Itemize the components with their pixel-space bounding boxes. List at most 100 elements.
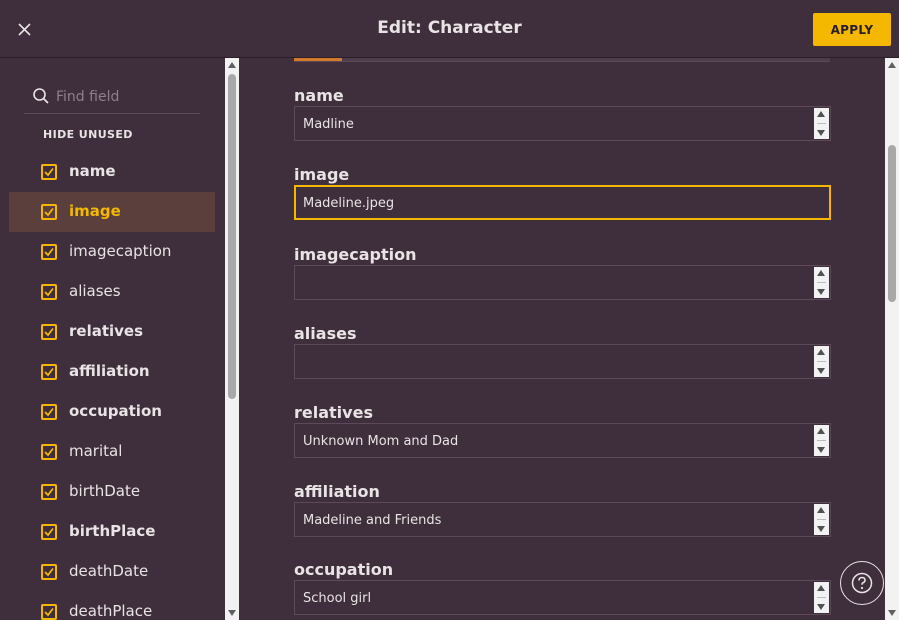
image-input[interactable] — [303, 193, 803, 213]
stepper-down-arrow[interactable] — [817, 130, 825, 136]
stepper-up-arrow[interactable] — [817, 428, 825, 434]
stepper-down-arrow[interactable] — [817, 447, 825, 453]
checkbox[interactable] — [41, 244, 57, 260]
stepper-divider — [817, 440, 826, 441]
checkbox-checked-icon — [44, 447, 54, 457]
form-panel: name image imagecaption aliases relatives aff… — [240, 58, 885, 620]
name-input[interactable] — [303, 114, 803, 134]
checkbox[interactable] — [41, 364, 57, 380]
field-input-box — [294, 106, 831, 141]
checkbox-checked-icon — [44, 247, 54, 257]
checkbox[interactable] — [41, 204, 57, 220]
checkbox[interactable] — [41, 404, 57, 420]
sidebar-item-affiliation[interactable]: affiliation — [9, 352, 215, 392]
stepper-up-arrow[interactable] — [817, 349, 825, 355]
scroll-thumb[interactable] — [228, 74, 236, 399]
search-input[interactable] — [56, 86, 196, 108]
field-input-box — [294, 423, 831, 458]
checkbox-checked-icon — [44, 567, 54, 577]
form-field-aliases: aliases — [294, 324, 831, 379]
field-label: name — [294, 86, 344, 105]
active-tab-indicator — [294, 58, 342, 61]
field-input-box — [294, 265, 831, 300]
affiliation-input[interactable] — [303, 510, 803, 530]
form-scrollbar[interactable] — [885, 58, 899, 620]
help-button[interactable] — [840, 561, 884, 605]
sidebar-item-label: deathDate — [69, 562, 149, 580]
checkbox[interactable] — [41, 564, 57, 580]
relatives-input[interactable] — [303, 431, 803, 451]
scroll-up-arrow[interactable] — [228, 62, 236, 68]
stepper-divider — [817, 519, 826, 520]
sidebar-item-relatives[interactable]: relatives — [9, 312, 215, 352]
search-icon — [33, 88, 49, 104]
sidebar-item-label: marital — [69, 442, 123, 460]
apply-button[interactable]: APPLY — [813, 13, 891, 46]
checkbox-checked-icon — [44, 527, 54, 537]
sidebar-item-label: deathPlace — [69, 602, 153, 620]
checkbox[interactable] — [41, 324, 57, 340]
sidebar-item-deathplace[interactable]: deathPlace — [9, 592, 215, 620]
form-field-image: image — [294, 165, 831, 220]
stepper-down-arrow[interactable] — [817, 289, 825, 295]
checkbox[interactable] — [41, 284, 57, 300]
field-sidebar: HIDE UNUSED name image imagecaption aliases… — [0, 58, 224, 620]
field-label: occupation — [294, 560, 394, 579]
form-field-affiliation: affiliation — [294, 482, 831, 537]
checkbox[interactable] — [41, 524, 57, 540]
field-list: name image imagecaption aliases relatives aff… — [9, 152, 215, 620]
stepper[interactable] — [814, 108, 829, 139]
checkbox[interactable] — [41, 604, 57, 620]
field-label: relatives — [294, 403, 373, 422]
sidebar-scrollbar[interactable] — [225, 58, 239, 620]
scroll-thumb[interactable] — [888, 145, 896, 302]
sidebar-item-label: birthPlace — [69, 522, 156, 540]
occupation-input[interactable] — [303, 588, 803, 608]
dialog-header: Edit: Character APPLY — [0, 0, 899, 58]
scroll-down-arrow[interactable] — [888, 610, 896, 616]
aliases-input[interactable] — [303, 352, 803, 372]
sidebar-item-birthplace[interactable]: birthPlace — [9, 512, 215, 552]
sidebar-item-label: occupation — [69, 402, 162, 420]
stepper-down-arrow[interactable] — [817, 526, 825, 532]
stepper[interactable] — [814, 346, 829, 377]
sidebar-item-birthdate[interactable]: birthDate — [9, 472, 215, 512]
scroll-up-arrow[interactable] — [888, 62, 896, 68]
checkbox-checked-icon — [44, 327, 54, 337]
stepper-divider — [817, 123, 826, 124]
form-field-occupation: occupation — [294, 560, 831, 615]
stepper[interactable] — [814, 267, 829, 298]
field-label: affiliation — [294, 482, 380, 501]
sidebar-item-marital[interactable]: marital — [9, 432, 215, 472]
stepper-down-arrow[interactable] — [817, 368, 825, 374]
sidebar-item-label: aliases — [69, 282, 121, 300]
sidebar-item-imagecaption[interactable]: imagecaption — [9, 232, 215, 272]
checkbox[interactable] — [41, 484, 57, 500]
checkbox[interactable] — [41, 164, 57, 180]
sidebar-item-deathdate[interactable]: deathDate — [9, 552, 215, 592]
stepper-up-arrow[interactable] — [817, 507, 825, 513]
field-input-box — [294, 185, 831, 220]
sidebar-item-label: birthDate — [69, 482, 141, 500]
stepper[interactable] — [814, 504, 829, 535]
sidebar-item-label: image — [69, 202, 121, 220]
hide-unused-toggle[interactable]: HIDE UNUSED — [43, 128, 133, 141]
field-label: imagecaption — [294, 245, 417, 264]
scroll-down-arrow[interactable] — [228, 610, 236, 616]
checkbox[interactable] — [41, 444, 57, 460]
sidebar-item-label: affiliation — [69, 362, 150, 380]
sidebar-item-aliases[interactable]: aliases — [9, 272, 215, 312]
stepper-down-arrow[interactable] — [817, 604, 825, 610]
stepper[interactable] — [814, 582, 829, 613]
sidebar-item-image[interactable]: image — [9, 192, 215, 232]
sidebar-item-occupation[interactable]: occupation — [9, 392, 215, 432]
sidebar-item-label: name — [69, 162, 116, 180]
imagecaption-input[interactable] — [303, 273, 803, 293]
form-field-name: name — [294, 86, 831, 141]
stepper-up-arrow[interactable] — [817, 111, 825, 117]
sidebar-item-name[interactable]: name — [9, 152, 215, 192]
checkbox-checked-icon — [44, 487, 54, 497]
stepper-up-arrow[interactable] — [817, 585, 825, 591]
stepper-up-arrow[interactable] — [817, 270, 825, 276]
stepper[interactable] — [814, 425, 829, 456]
